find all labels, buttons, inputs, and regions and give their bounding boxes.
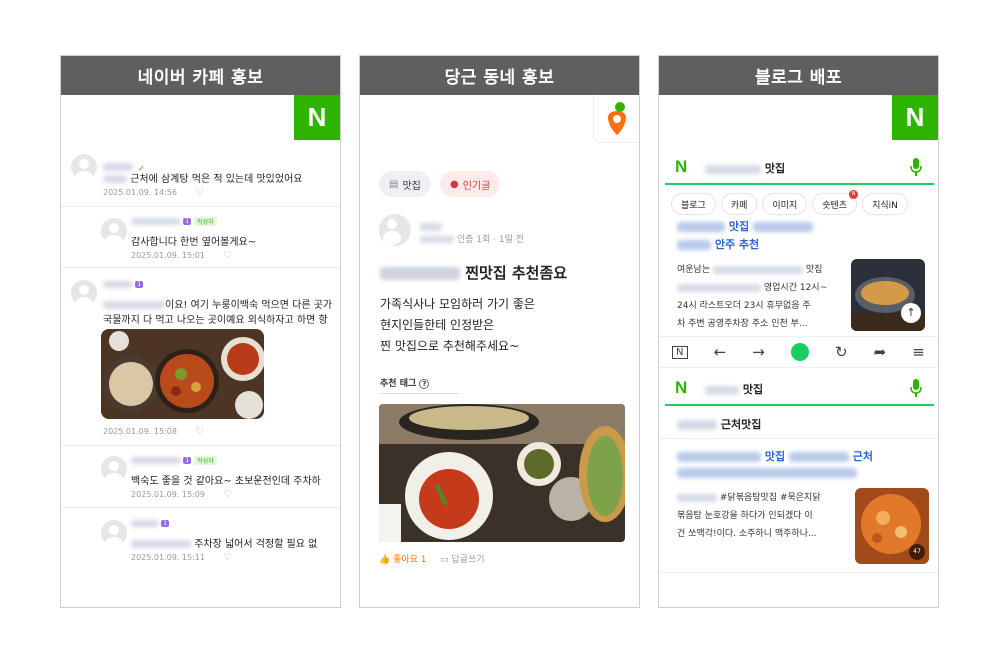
tab-cafe[interactable]: 카페 xyxy=(720,193,758,215)
avatar xyxy=(71,280,97,306)
back-icon[interactable]: ← xyxy=(714,343,727,361)
search-bar[interactable]: N 맛집 xyxy=(665,372,934,406)
avatar xyxy=(101,456,127,482)
divider xyxy=(659,572,938,573)
carrot-logo-icon xyxy=(593,95,639,143)
naver-logo-small: N xyxy=(675,157,688,176)
chip-matjip[interactable]: ▤ 맛집 xyxy=(379,171,431,197)
help-icon: ? xyxy=(419,379,430,389)
green-dot-icon[interactable] xyxy=(790,343,809,361)
comment-meta: 2025.01.09. 15:11 ♡ xyxy=(131,552,232,563)
heart-icon[interactable]: ♡ xyxy=(223,250,232,261)
tab-blog[interactable]: 블로그 xyxy=(671,193,716,215)
result-snippet: 여운남는 맛집 영업시간 12시~ 24시 라스트오더 23시 휴무없음 주 차… xyxy=(677,265,828,329)
browser-toolbar: N ← → ↻ ➦ ≡ xyxy=(659,336,938,368)
blog-panel: 블로그 배포 N N 맛집 블로그 카페 이미지 숏텐츠 N 지식iN 맛집 안주… xyxy=(658,55,939,608)
food-photo[interactable] xyxy=(101,329,264,419)
chip-popular[interactable]: ● 인기글 xyxy=(440,171,501,197)
result-title[interactable]: 맛집 근처 xyxy=(677,448,873,464)
comment-meta: 2025.01.09. 14:56 ♡ xyxy=(103,187,204,198)
comment-text: 이요! 여기 누룽이백숙 먹으면 다른 곳가 xyxy=(103,296,332,311)
comment-meta: 2025.01.09. 15:09 ♡ xyxy=(131,489,232,500)
reply-button[interactable]: ▭ 답글쓰기 xyxy=(440,552,485,565)
naver-logo: N xyxy=(294,95,340,140)
panel-header: 블로그 배포 xyxy=(659,56,938,95)
mic-icon[interactable] xyxy=(910,158,922,176)
image-count-badge: 47 xyxy=(909,544,925,560)
search-bar[interactable]: N 맛집 xyxy=(665,151,934,185)
username-row: 1 작성자 xyxy=(131,217,217,226)
cafe-panel: 네이버 카페 홍보 N ✓ 근처에 삼계탕 먹은 적 있는데 맛있었어요 202… xyxy=(60,55,341,608)
recommend-tags[interactable]: 추천 태그 ? xyxy=(380,376,430,389)
fire-icon: ● xyxy=(450,178,459,190)
divider xyxy=(61,445,340,446)
menu-icon[interactable]: ≡ xyxy=(912,343,925,361)
comment-text: 백숙도 좋을 것 같아요~ 초보운전인데 주차하 xyxy=(131,476,321,487)
tab-image[interactable]: 이미지 xyxy=(762,193,808,215)
divider xyxy=(379,393,459,394)
username-row: 1 xyxy=(103,280,144,288)
result-thumbnail[interactable]: ↑ xyxy=(851,259,925,331)
section-title: 근처맛집 xyxy=(677,416,761,432)
result-snippet: #닭볶음탕맛집 #묵은지닭 볶음탕 눈호강을 하다가 인되겠다 이 건 쏘맥각!… xyxy=(677,493,821,539)
food-photo[interactable] xyxy=(379,404,625,542)
avatar xyxy=(379,214,411,246)
comment-meta: 2025.01.09. 15:01 ♡ xyxy=(131,250,232,261)
comment-text: 감사합니다 한번 옆어볼게요~ xyxy=(131,237,257,248)
username-row: 1 xyxy=(131,519,170,527)
result-title-line2[interactable] xyxy=(677,466,857,479)
comment-text-line2: 국물까지 다 먹고 나오는 곳이예요 외식하자고 하면 항 xyxy=(103,315,328,326)
search-query[interactable]: 맛집 xyxy=(705,381,763,397)
panel-header: 당근 동네 홍보 xyxy=(360,56,639,95)
search-query[interactable]: 맛집 xyxy=(705,160,785,176)
naver-logo: N xyxy=(892,95,938,140)
list-icon: ▤ xyxy=(389,178,399,190)
forward-icon[interactable]: → xyxy=(752,343,765,361)
new-badge: N xyxy=(849,190,859,199)
mic-icon[interactable] xyxy=(910,379,922,397)
refresh-icon[interactable]: ↻ xyxy=(835,343,848,361)
heart-icon[interactable]: ♡ xyxy=(195,187,204,198)
tab-kin[interactable]: 지식iN xyxy=(862,193,908,215)
divider xyxy=(61,507,340,508)
post-meta: 인증 1회 · 1일 전 xyxy=(420,232,524,245)
panel-header: 네이버 카페 홍보 xyxy=(61,56,340,95)
post-title: 찐맛집 추천좀요 xyxy=(380,262,567,283)
naver-home-icon[interactable]: N xyxy=(672,345,688,359)
arrow-up-icon[interactable]: ↑ xyxy=(901,303,921,323)
divider xyxy=(659,438,938,439)
thumbs-up-icon: 👍 xyxy=(379,555,391,565)
divider xyxy=(61,206,340,207)
comment-icon: ▭ xyxy=(440,555,449,565)
comment-text: 근처에 삼계탕 먹은 적 있는데 맛있었어요 xyxy=(103,170,302,185)
avatar xyxy=(101,520,127,546)
avatar xyxy=(71,154,97,180)
comment-meta: 2025.01.09. 15:08 ♡ xyxy=(103,426,204,437)
result-thumbnail[interactable]: 47 xyxy=(855,488,929,564)
divider xyxy=(61,267,340,268)
avatar xyxy=(101,218,127,244)
heart-icon[interactable]: ♡ xyxy=(223,489,232,500)
post-body: 가족식사나 모임하러 가기 좋은 현지인들한테 인정받은 찐 맛집으로 추천해주… xyxy=(380,297,535,353)
heart-icon[interactable]: ♡ xyxy=(223,552,232,563)
share-icon[interactable]: ➦ xyxy=(874,343,887,361)
naver-logo-small: N xyxy=(675,378,688,397)
result-title-line2[interactable]: 안주 추천 xyxy=(677,236,759,252)
heart-icon[interactable]: ♡ xyxy=(195,426,204,437)
comment-text: 주차장 넓어서 걱정할 필요 없 xyxy=(131,535,317,550)
username-row: 1 작성자 xyxy=(131,456,217,465)
like-button[interactable]: 👍 좋아요 1 xyxy=(379,552,427,565)
daangn-panel: 당근 동네 홍보 ▤ 맛집 ● 인기글 인증 1회 · 1일 전 찐맛집 추천좀요 … xyxy=(359,55,640,608)
tab-shorts[interactable]: 숏텐츠 N xyxy=(812,190,859,215)
result-title[interactable]: 맛집 xyxy=(677,218,813,234)
search-tabs: 블로그 카페 이미지 숏텐츠 N 지식iN xyxy=(671,190,908,215)
